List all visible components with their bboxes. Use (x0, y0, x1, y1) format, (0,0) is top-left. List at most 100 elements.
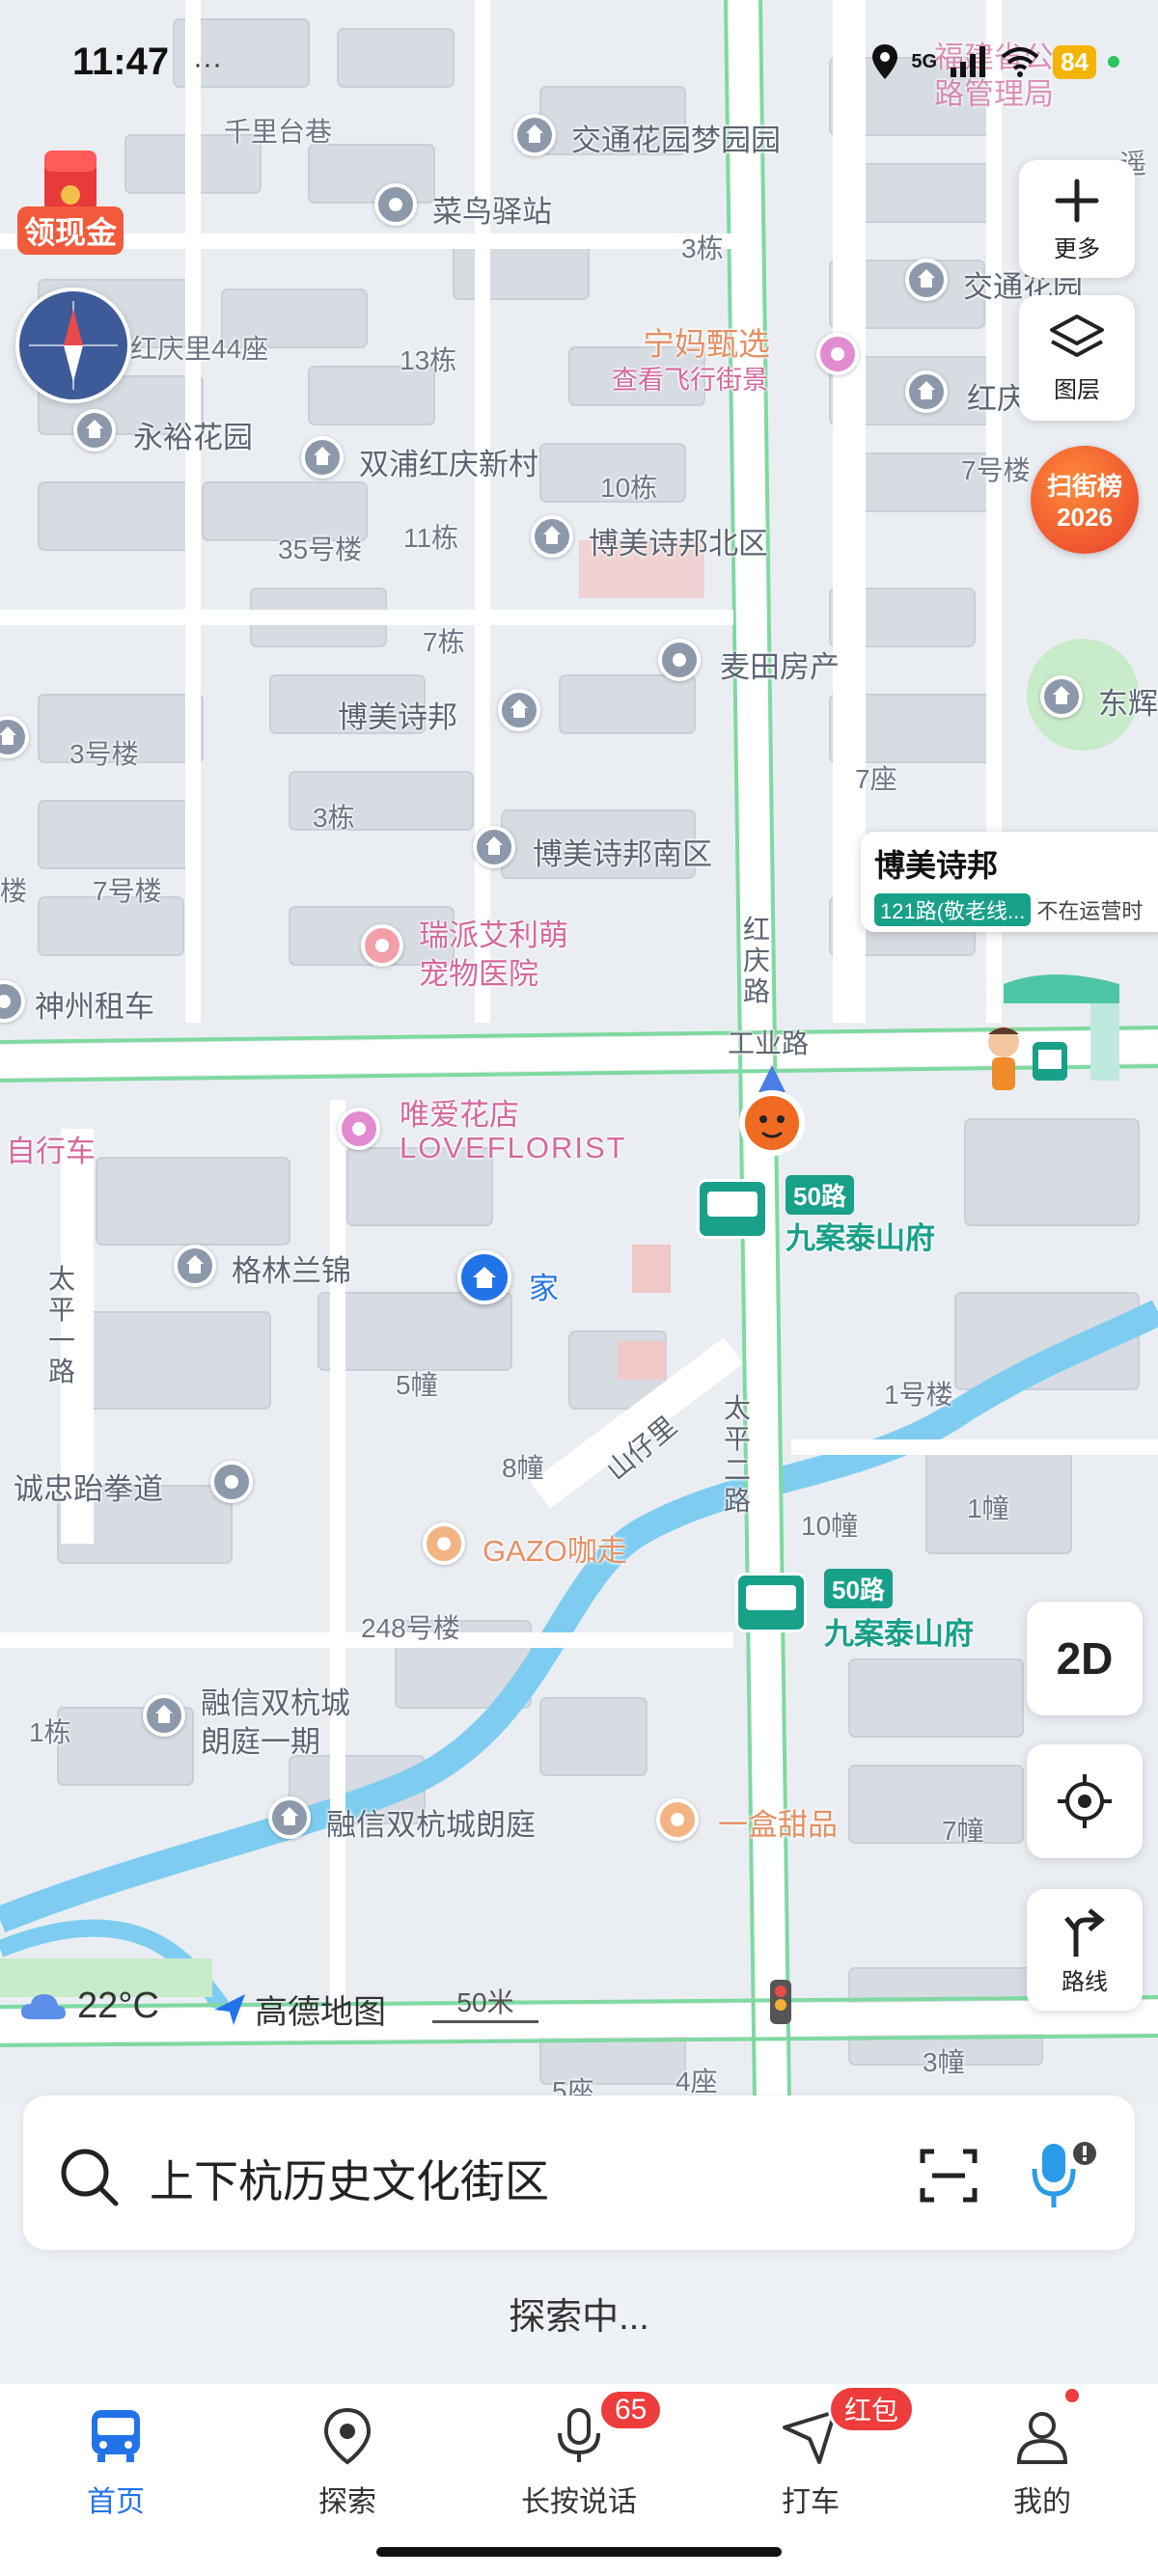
map-label[interactable]: LOVEFLORIST (400, 1131, 627, 1165)
map-label: 红庆里44座 (130, 334, 269, 364)
bus-status: 不在运营时 (1036, 899, 1144, 923)
bus-stop-icon[interactable] (697, 1179, 768, 1239)
scan-icon[interactable] (917, 2144, 980, 2207)
status-time: 11:47 (72, 41, 170, 83)
shopping-icon[interactable] (816, 333, 859, 375)
home-label[interactable]: 家 (529, 1264, 559, 1307)
cafe-icon[interactable] (423, 1522, 465, 1565)
poi-icon[interactable] (374, 183, 417, 226)
map-label: 7幢 (942, 1816, 984, 1846)
dessert-icon[interactable] (656, 1798, 699, 1841)
poi-icon[interactable] (658, 639, 701, 681)
road-label: 工业路 (728, 1028, 810, 1058)
nav-home[interactable]: 首页 (19, 2402, 212, 2520)
map-label[interactable]: 宁妈甄选 (643, 318, 770, 365)
home-indicator[interactable] (376, 2547, 782, 2557)
map-label[interactable]: 菜鸟驿站 (432, 187, 552, 231)
voice-badge: 65 (598, 2389, 664, 2431)
more-button[interactable]: 更多 (1019, 160, 1135, 278)
map-label: 248号楼 (361, 1613, 460, 1643)
home-icon[interactable] (457, 1250, 511, 1304)
map-label: 3幢 (923, 2047, 965, 2077)
map-label[interactable]: 朗庭一期 (201, 1717, 320, 1761)
map-label: 8幢 (502, 1453, 544, 1483)
bus-stop-card[interactable]: 博美诗邦 121路(敬老线... 不在运营时 (861, 832, 1158, 932)
bus-route-badge[interactable]: 50路 (786, 1175, 854, 1215)
pet-hospital-icon[interactable] (361, 924, 403, 967)
search-input[interactable]: 上下杭历史文化街区 (150, 2147, 549, 2210)
map-label[interactable]: 诚忠跆拳道 (14, 1465, 163, 1508)
route-button[interactable]: 路线 (1027, 1889, 1143, 2011)
bus-route-badge[interactable]: 50路 (824, 1569, 893, 1608)
flower-shop-icon[interactable] (338, 1108, 380, 1150)
map-label: 7栋 (423, 627, 465, 657)
microphone-icon (558, 2408, 600, 2462)
map-label[interactable]: 一盒甜品 (718, 1800, 838, 1844)
weather-widget[interactable]: 22°C (19, 1986, 159, 2027)
residence-icon[interactable] (73, 409, 116, 452)
map-label[interactable]: 唯爱花店 (400, 1090, 519, 1134)
map-view[interactable]: 千里台巷 交通花园梦园园 遥 菜鸟驿站 3栋 交通花园 红庆里44座 宁妈甄选 … (0, 0, 1158, 2103)
map-label[interactable]: 红庆 (967, 374, 1027, 418)
road-label: 太平二路 (723, 1393, 751, 1516)
residence-icon[interactable] (513, 114, 556, 156)
residence-icon[interactable] (531, 515, 573, 558)
residence-icon[interactable] (905, 370, 948, 413)
poi-icon[interactable] (210, 1461, 253, 1503)
nav-explore[interactable]: 探索 (251, 2402, 444, 2520)
search-icon[interactable] (58, 2146, 122, 2209)
map-label[interactable]: GAZO咖走 (482, 1526, 627, 1570)
user-location-marker[interactable] (733, 1065, 811, 1162)
residence-icon[interactable] (905, 259, 948, 301)
network-type: 5G (911, 50, 938, 72)
residence-icon[interactable] (268, 1796, 311, 1839)
map-label[interactable]: 交通花园梦园园 (571, 116, 781, 159)
map-label[interactable]: 融信双杭城朗庭 (326, 1800, 536, 1844)
locate-button[interactable] (1027, 1744, 1143, 1858)
map-label[interactable]: 麦田房产 (720, 643, 840, 686)
map-label[interactable]: 宠物医院 (419, 949, 538, 993)
search-status: 探索中... (509, 2297, 649, 2338)
bus-stop-label[interactable]: 九案泰山府 (786, 1214, 935, 1257)
map-label[interactable]: 瑞派艾利萌 (419, 911, 568, 954)
residence-icon[interactable] (301, 436, 344, 479)
bus-shelter-icon[interactable] (975, 965, 1129, 1110)
red-packet-button[interactable]: 领现金 (17, 147, 124, 255)
layers-button[interactable]: 图层 (1019, 295, 1135, 421)
map-label: 4座 (676, 2067, 718, 2096)
residence-icon[interactable] (473, 826, 515, 868)
bus-stop-card-title: 博美诗邦 (874, 848, 999, 883)
map-label[interactable]: 神州租车 (35, 982, 154, 1026)
residence-icon[interactable] (498, 689, 540, 731)
map-label[interactable]: 查看飞行街景 (612, 359, 768, 397)
map-label: 3号楼 (69, 739, 139, 769)
bus-stop-icon[interactable] (735, 1573, 807, 1632)
voice-assistant-icon[interactable] (1029, 2136, 1106, 2213)
view-mode-button[interactable]: 2D (1027, 1602, 1143, 1715)
red-envelope-icon (44, 151, 96, 212)
nav-profile[interactable]: 我的 (946, 2402, 1139, 2520)
compass-button[interactable] (15, 288, 131, 403)
map-label[interactable]: 永裕花园 (133, 413, 253, 456)
residence-icon[interactable] (174, 1245, 216, 1287)
map-label[interactable]: 融信双杭城 (201, 1679, 350, 1722)
notification-dots: ··· (193, 48, 222, 80)
active-dot (1108, 56, 1119, 68)
residence-icon[interactable] (1040, 675, 1083, 718)
route-icon (1064, 1907, 1105, 1957)
locate-icon (1058, 1774, 1112, 1828)
wifi-icon (1001, 47, 1039, 77)
bus-stop-label[interactable]: 九案泰山府 (824, 1609, 974, 1653)
map-label: 1幢 (967, 1494, 1009, 1523)
map-label[interactable]: 格林兰锦 (232, 1247, 351, 1290)
saojie-button[interactable]: 扫街榜 2026 (1031, 446, 1139, 554)
bus-route-tag: 121路(敬老线... (874, 893, 1032, 926)
map-label[interactable]: 博美诗邦南区 (533, 830, 712, 873)
map-label[interactable]: 博美诗邦 (338, 693, 457, 736)
map-label[interactable]: 双浦红庆新村 (359, 440, 538, 483)
map-label[interactable]: 自行车 (6, 1127, 96, 1170)
residence-icon[interactable] (143, 1694, 185, 1737)
map-label[interactable]: 东辉 (1098, 679, 1158, 723)
traffic-light-icon (770, 1980, 791, 2024)
map-label[interactable]: 博美诗邦北区 (589, 519, 768, 562)
